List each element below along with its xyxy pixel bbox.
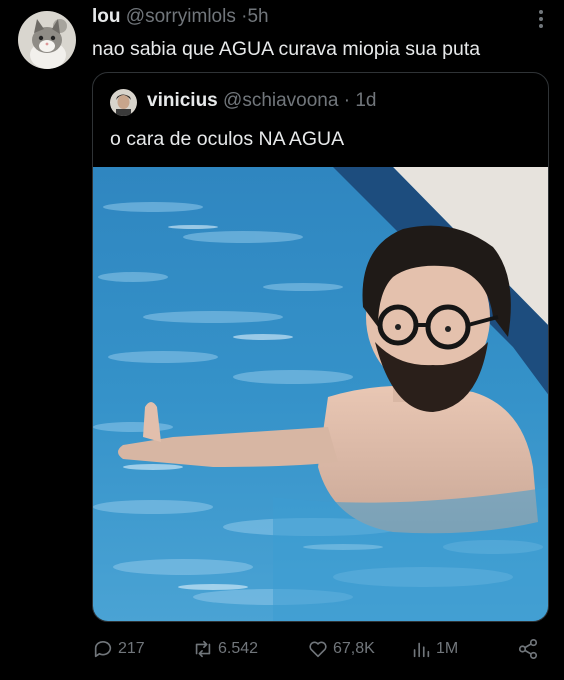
retweet-button[interactable]: 6.542 <box>192 638 258 660</box>
views-count: 1M <box>436 640 459 657</box>
tweet-text: nao sabia que AGUA curava miopia sua put… <box>92 38 481 60</box>
more-icon[interactable] <box>538 10 544 32</box>
reply-button[interactable]: 217 <box>92 638 145 660</box>
reply-icon <box>94 640 112 658</box>
views-button[interactable]: 1M <box>410 638 458 660</box>
quote-author-avatar[interactable] <box>110 89 137 116</box>
quoted-tweet[interactable]: vinicius @schiavoona · 1d o cara de ocul… <box>92 72 549 622</box>
tweet-time[interactable]: 5h <box>247 6 268 27</box>
author-avatar[interactable] <box>18 11 76 69</box>
quote-text: o cara de oculos NA AGUA <box>110 128 345 150</box>
share-icon <box>518 639 538 659</box>
separator-dot: · <box>343 90 351 111</box>
quote-time[interactable]: 1d <box>355 90 376 111</box>
share-button[interactable] <box>517 638 539 660</box>
retweet-count: 6.542 <box>218 640 259 657</box>
quote-author-name[interactable]: vinicius <box>147 90 218 111</box>
tweet-header: lou @sorryimlols ·5h <box>92 6 269 28</box>
author-name[interactable]: lou <box>92 6 121 27</box>
retweet-icon <box>195 640 211 658</box>
quote-author-handle[interactable]: @schiavoona <box>223 90 338 111</box>
quote-header: vinicius @schiavoona · 1d <box>147 90 376 112</box>
reply-count: 217 <box>118 640 145 657</box>
like-icon <box>309 641 327 658</box>
author-handle[interactable]: @sorryimlols <box>126 6 236 27</box>
action-bar: 217 6.542 67,8K 1M <box>92 638 544 662</box>
like-count: 67,8K <box>333 640 375 657</box>
like-button[interactable]: 67,8K <box>307 638 375 660</box>
views-icon <box>413 642 430 658</box>
quote-photo[interactable] <box>93 167 548 621</box>
